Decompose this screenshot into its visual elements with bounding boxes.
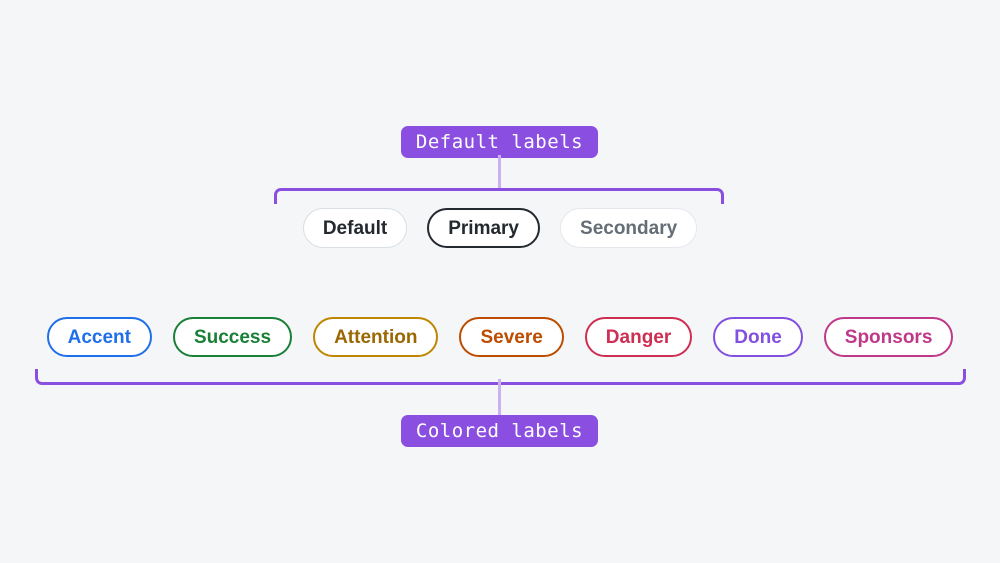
annotation-badge-default-labels: Default labels: [401, 126, 598, 158]
bracket-default-labels: [274, 188, 724, 204]
label-showcase-canvas: Default labels Default Primary Secondary A…: [0, 0, 1000, 563]
label-pill-sponsors[interactable]: Sponsors: [823, 317, 954, 357]
label-pill-default[interactable]: Default: [302, 208, 408, 248]
label-pill-primary[interactable]: Primary: [427, 208, 541, 248]
label-pill-success[interactable]: Success: [172, 317, 293, 357]
label-pill-accent[interactable]: Accent: [46, 317, 152, 357]
label-pill-danger[interactable]: Danger: [584, 317, 693, 357]
connector-stem-top: [498, 155, 501, 191]
default-labels-row: Default Primary Secondary: [0, 207, 1000, 249]
label-pill-done[interactable]: Done: [713, 317, 803, 357]
label-pill-severe[interactable]: Severe: [459, 317, 564, 357]
label-pill-secondary[interactable]: Secondary: [560, 208, 698, 248]
connector-stem-bottom: [498, 379, 501, 417]
label-pill-attention[interactable]: Attention: [313, 317, 439, 357]
colored-labels-row: Accent Success Attention Severe Danger Done Sp…: [0, 316, 1000, 358]
annotation-badge-colored-labels: Colored labels: [401, 415, 598, 447]
